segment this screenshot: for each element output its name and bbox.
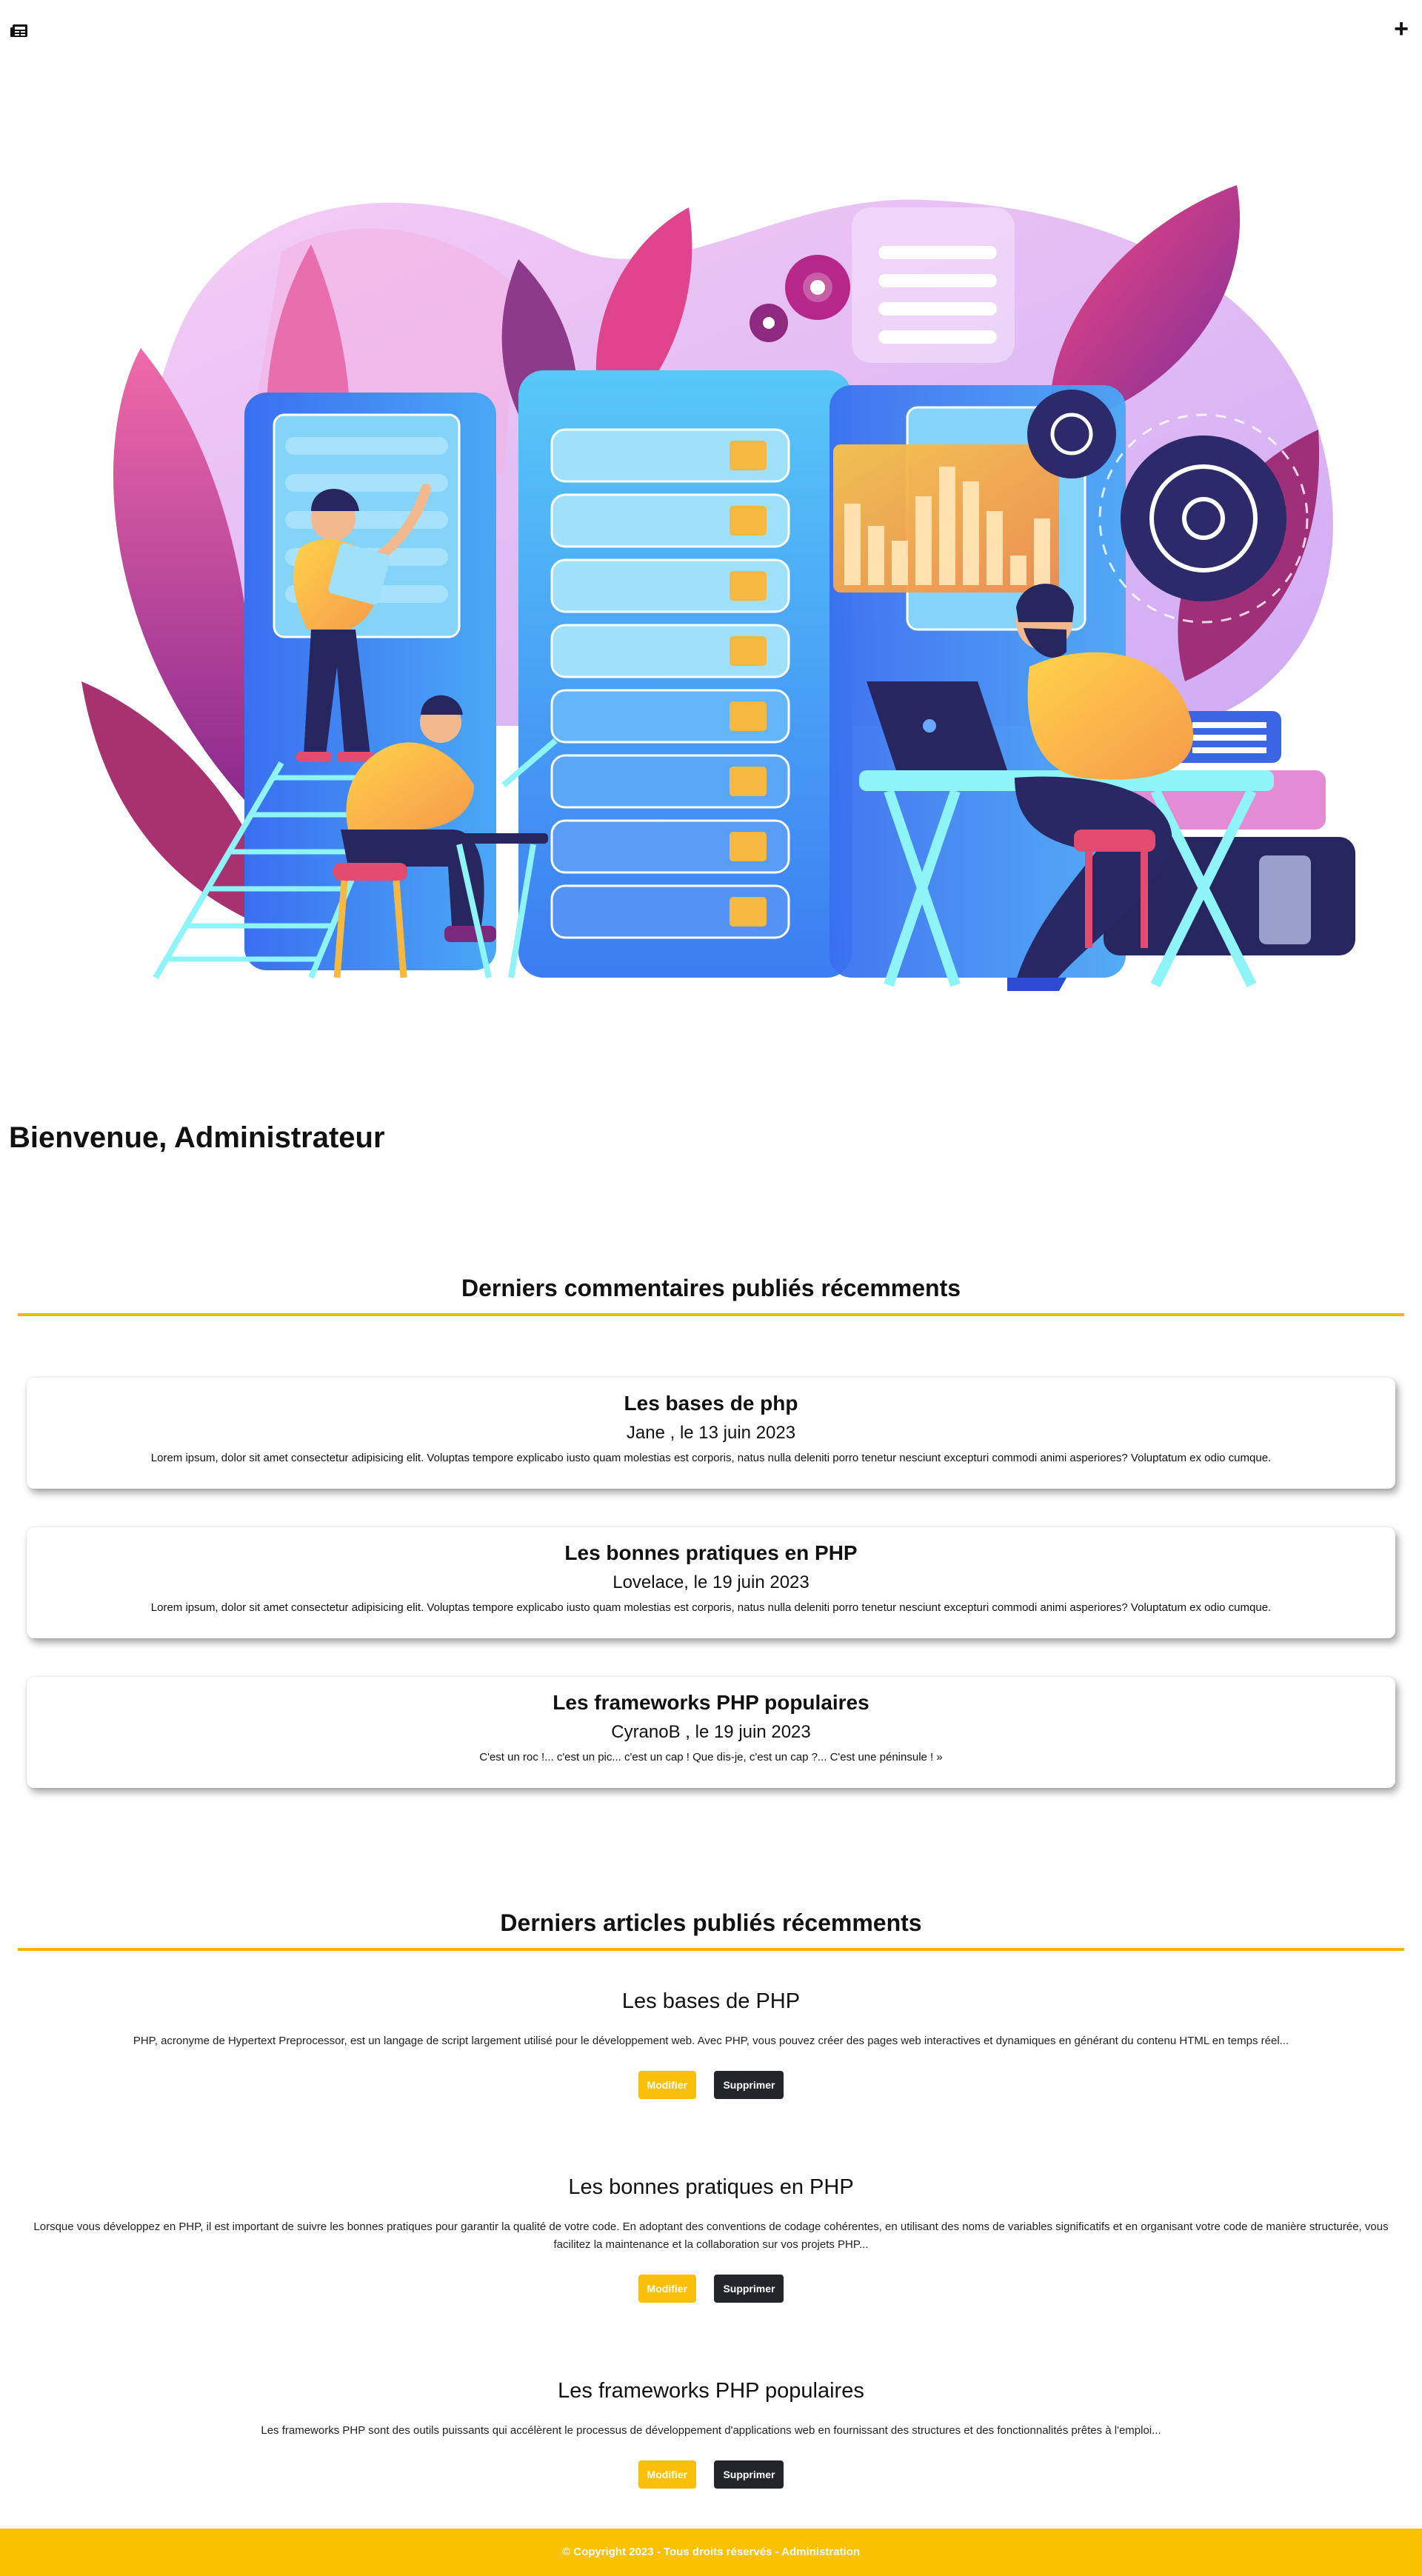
article-excerpt: Les frameworks PHP sont des outils puiss… — [261, 2424, 1161, 2437]
delete-article-button[interactable]: Supprimer — [714, 2460, 784, 2489]
articles-section-divider — [18, 1948, 1404, 1951]
comment-text: Lorem ipsum, dolor sit amet consectetur … — [150, 1452, 1272, 1464]
admin-dashboard-page: + Bienvenue, Administrateur Derniers com… — [0, 0, 1422, 2576]
article-item: Les frameworks PHP populaires Les framew… — [30, 2376, 1392, 2489]
footer-copyright: © Copyright 2023 - Tous droits réservés … — [562, 2546, 860, 2558]
delete-article-button[interactable]: Supprimer — [714, 2275, 784, 2303]
comments-section-title: Derniers commentaires publiés récemments — [461, 1275, 961, 1301]
edit-article-button[interactable]: Modifier — [638, 2275, 696, 2303]
comment-meta: Jane , le 13 juin 2023 — [626, 1423, 796, 1443]
article-actions: Modifier Supprimer — [30, 2275, 1392, 2303]
comment-text: Lorem ipsum, dolor sit amet consectetur … — [150, 1601, 1272, 1614]
comment-card: Les bonnes pratiques en PHP Lovelace, le… — [27, 1527, 1395, 1638]
top-bar: + — [0, 0, 1422, 67]
hero-illustration — [0, 163, 1422, 1007]
articles-section-title: Derniers articles publiés récemments — [500, 1909, 922, 1936]
plus-icon[interactable]: + — [1394, 16, 1409, 41]
comment-meta: Lovelace, le 19 juin 2023 — [612, 1572, 810, 1592]
comment-card: Les frameworks PHP populaires CyranoB , … — [27, 1677, 1395, 1788]
comment-meta: CyranoB , le 19 juin 2023 — [611, 1722, 811, 1742]
welcome-heading: Bienvenue, Administrateur — [9, 1121, 385, 1154]
comment-text: C'est un roc !... c'est un pic... c'est … — [479, 1751, 943, 1764]
edit-article-button[interactable]: Modifier — [638, 2071, 696, 2099]
article-item: Les bonnes pratiques en PHP Lorsque vous… — [30, 2172, 1392, 2303]
data-center-illustration — [81, 185, 1355, 991]
newspaper-icon[interactable] — [10, 22, 30, 40]
edit-article-button[interactable]: Modifier — [638, 2460, 696, 2489]
article-title: Les frameworks PHP populaires — [558, 2379, 864, 2403]
article-item: Les bases de PHP PHP, acronyme de Hypert… — [30, 1986, 1392, 2099]
comment-title: Les frameworks PHP populaires — [553, 1691, 869, 1714]
article-title: Les bases de PHP — [621, 1989, 801, 2013]
article-title: Les bonnes pratiques en PHP — [568, 2175, 854, 2199]
article-excerpt: Lorsque vous développez en PHP, il est i… — [33, 2220, 1389, 2251]
comments-section-divider — [18, 1313, 1404, 1316]
article-actions: Modifier Supprimer — [30, 2071, 1392, 2099]
article-actions: Modifier Supprimer — [30, 2460, 1392, 2489]
comment-card: Les bases de php Jane , le 13 juin 2023 … — [27, 1378, 1395, 1489]
comment-title: Les bases de php — [624, 1392, 798, 1415]
comment-title: Les bonnes pratiques en PHP — [564, 1541, 858, 1564]
delete-article-button[interactable]: Supprimer — [714, 2071, 784, 2099]
article-excerpt: PHP, acronyme de Hypertext Preprocessor,… — [133, 2035, 1289, 2047]
footer: © Copyright 2023 - Tous droits réservés … — [0, 2529, 1422, 2576]
